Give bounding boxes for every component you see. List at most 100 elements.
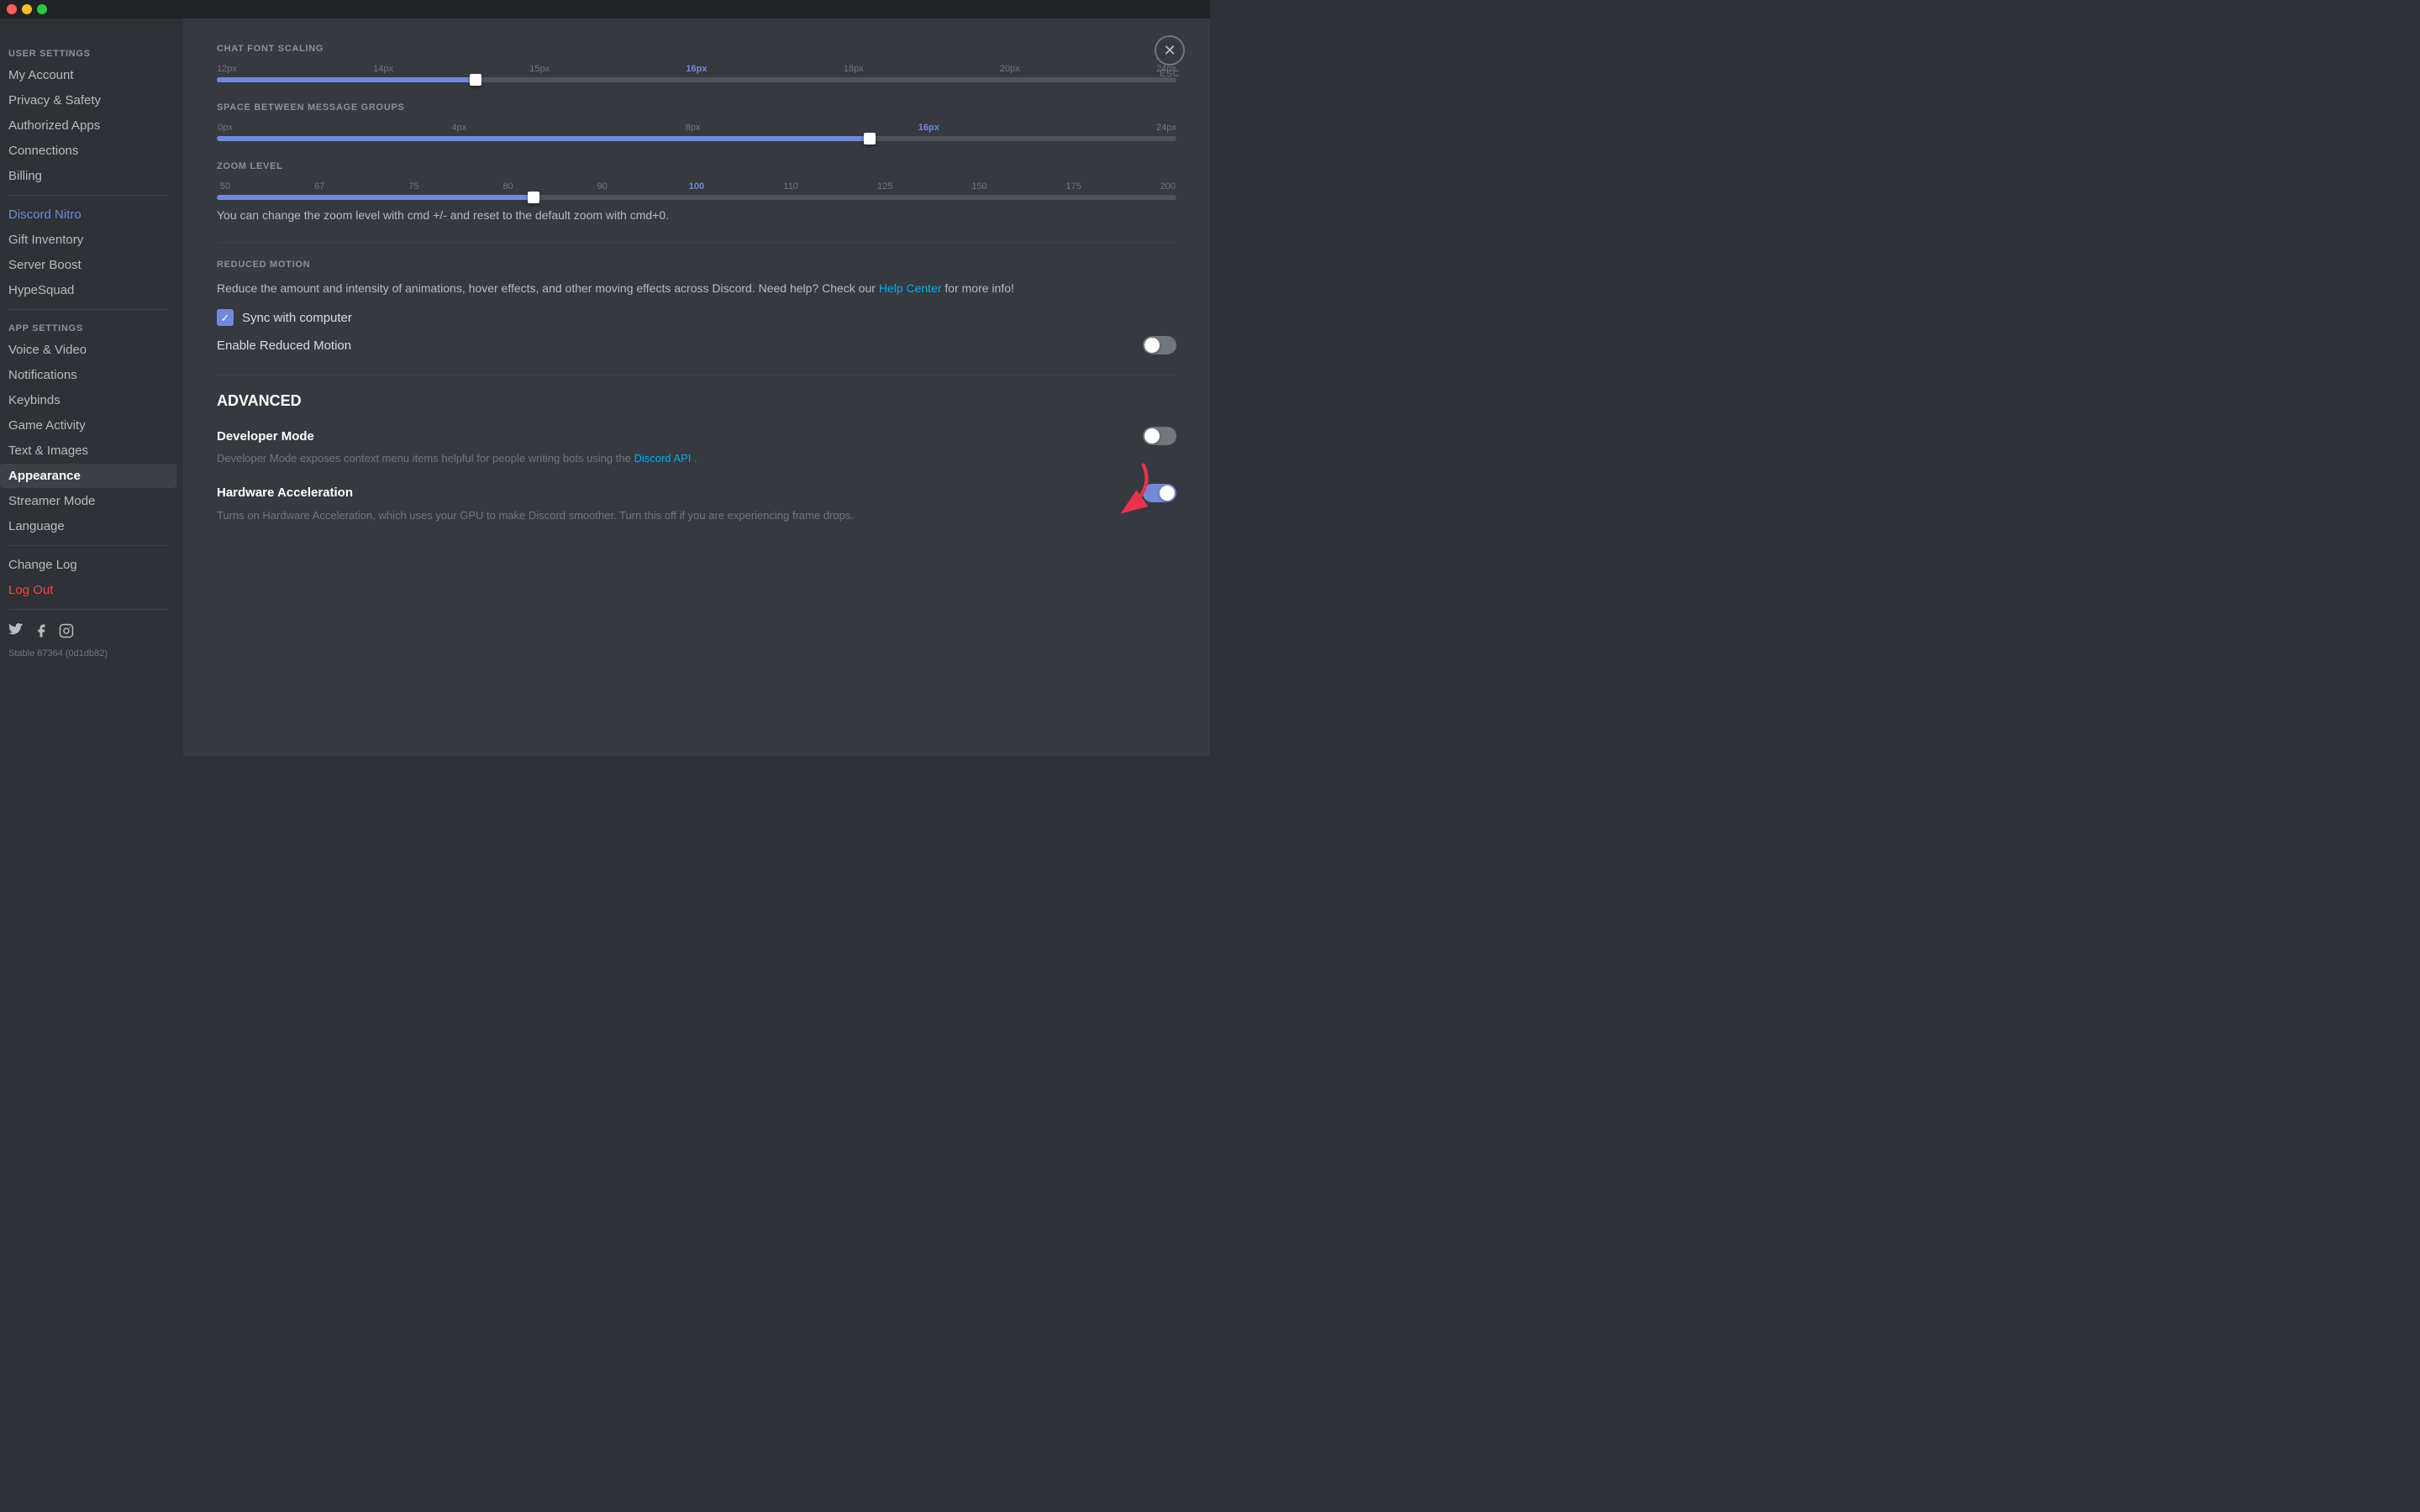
sidebar-item-server-boost[interactable]: Server Boost [0, 253, 176, 277]
hardware-acceleration-toggle-knob [1160, 486, 1175, 501]
hardware-acceleration-row: Hardware Acceleration Turns on Hardware … [217, 484, 1176, 524]
close-settings-button[interactable]: ✕ [1155, 35, 1185, 66]
sidebar-divider-3 [8, 545, 168, 546]
tick-100-active: 100 [688, 181, 705, 192]
zoom-level-fill [217, 195, 534, 200]
sidebar-item-keybinds[interactable]: Keybinds [0, 388, 176, 412]
tick-20px: 20px [1000, 64, 1020, 74]
sidebar-item-hypesquad[interactable]: HypeSquad [0, 278, 176, 302]
sidebar-divider-4 [8, 609, 168, 610]
developer-mode-description: Developer Mode exposes context menu item… [217, 450, 1176, 467]
instagram-icon[interactable] [59, 623, 74, 638]
space-between-groups-label: SPACE BETWEEN MESSAGE GROUPS [217, 102, 1176, 113]
tick-150: 150 [971, 181, 988, 192]
zoom-level-slider[interactable] [217, 195, 1176, 200]
maximize-button[interactable] [37, 4, 47, 14]
tick-12px: 12px [217, 64, 237, 74]
tick-80: 80 [500, 181, 517, 192]
sidebar-item-language[interactable]: Language [0, 514, 176, 538]
tick-75: 75 [405, 181, 422, 192]
main-content: ✕ ESC CHAT FONT SCALING 12px 14px 15px 1… [183, 18, 1210, 756]
space-between-groups-fill [217, 136, 870, 141]
tick-67: 67 [311, 181, 328, 192]
tick-50: 50 [217, 181, 234, 192]
sidebar-item-voice-video[interactable]: Voice & Video [0, 338, 176, 362]
space-between-groups-slider[interactable] [217, 136, 1176, 141]
hardware-acceleration-description: Turns on Hardware Acceleration, which us… [217, 507, 1176, 524]
twitter-icon[interactable] [8, 623, 24, 638]
tick-16px-space: 16px [918, 123, 939, 133]
toggle-knob [1144, 338, 1160, 353]
chat-font-scaling-fill [217, 77, 476, 82]
tick-0px: 0px [217, 123, 234, 133]
hardware-acceleration-title: Hardware Acceleration [217, 486, 353, 500]
sidebar-divider-2 [8, 309, 168, 310]
tick-110: 110 [782, 181, 799, 192]
minimize-button[interactable] [22, 4, 32, 14]
discord-api-link[interactable]: Discord API [634, 452, 691, 465]
zoom-level-label: ZOOM LEVEL [217, 161, 1176, 171]
reduced-motion-section: REDUCED MOTION Reduce the amount and int… [217, 260, 1176, 354]
sidebar-item-authorized-apps[interactable]: Authorized Apps [0, 113, 176, 138]
zoom-level-section: ZOOM LEVEL 50 67 75 80 90 100 110 125 15… [217, 161, 1176, 222]
sidebar-item-my-account[interactable]: My Account [0, 63, 176, 87]
reduced-motion-label: REDUCED MOTION [217, 260, 1176, 270]
hardware-acceleration-toggle[interactable] [1143, 484, 1176, 502]
sidebar-item-connections[interactable]: Connections [0, 139, 176, 163]
close-button[interactable] [7, 4, 17, 14]
zoom-level-hint: You can change the zoom level with cmd +… [217, 208, 1176, 222]
tick-18px: 18px [844, 64, 864, 74]
tick-175: 175 [1065, 181, 1082, 192]
tick-4px: 4px [450, 123, 467, 133]
developer-mode-title: Developer Mode [217, 429, 314, 444]
sync-with-computer-row: ✓ Sync with computer [217, 309, 1176, 326]
user-settings-header: USER SETTINGS [0, 42, 176, 62]
chat-font-scaling-section: CHAT FONT SCALING 12px 14px 15px 16px 18… [217, 44, 1176, 82]
chat-font-scaling-ticks: 12px 14px 15px 16px 18px 20px 24px [217, 64, 1176, 74]
version-label: Stable 67364 (0d1db82) [0, 645, 176, 662]
sidebar-item-privacy-safety[interactable]: Privacy & Safety [0, 88, 176, 113]
social-links [0, 617, 176, 645]
sync-checkbox-label: Sync with computer [242, 311, 352, 325]
sidebar-item-game-activity[interactable]: Game Activity [0, 413, 176, 438]
help-center-link[interactable]: Help Center [879, 281, 942, 295]
tick-8px: 8px [685, 123, 702, 133]
developer-mode-toggle-knob [1144, 428, 1160, 444]
sidebar-item-discord-nitro[interactable]: Discord Nitro [0, 202, 176, 227]
reduced-motion-description: Reduce the amount and intensity of anima… [217, 280, 1176, 297]
advanced-header: ADVANCED [217, 392, 1176, 410]
enable-reduced-motion-row: Enable Reduced Motion [217, 336, 1176, 354]
developer-mode-toggle[interactable] [1143, 427, 1176, 445]
tick-125: 125 [876, 181, 893, 192]
space-between-groups-thumb [864, 133, 876, 144]
close-button-wrap: ✕ ESC [1155, 35, 1185, 79]
checkmark-icon: ✓ [221, 312, 230, 323]
chat-font-scaling-label: CHAT FONT SCALING [217, 44, 1176, 54]
facebook-icon[interactable] [34, 623, 49, 638]
titlebar [0, 0, 1210, 18]
sidebar-divider-1 [8, 195, 168, 196]
tick-24px-space: 24px [1156, 123, 1176, 133]
sidebar-item-text-images[interactable]: Text & Images [0, 438, 176, 463]
sidebar-item-streamer-mode[interactable]: Streamer Mode [0, 489, 176, 513]
tick-14px: 14px [373, 64, 393, 74]
zoom-level-thumb [528, 192, 539, 203]
divider-zoom-reduced [217, 242, 1176, 243]
tick-16px-active: 16px [686, 64, 707, 74]
enable-reduced-motion-toggle[interactable] [1143, 336, 1176, 354]
app-settings-header: APP SETTINGS [0, 317, 176, 337]
settings-sidebar: USER SETTINGS My Account Privacy & Safet… [0, 18, 183, 756]
sidebar-item-notifications[interactable]: Notifications [0, 363, 176, 387]
developer-mode-row: Developer Mode Developer Mode exposes co… [217, 427, 1176, 467]
chat-font-scaling-thumb [470, 74, 481, 86]
sidebar-item-appearance[interactable]: Appearance [0, 464, 176, 488]
x-icon: ✕ [1163, 42, 1176, 60]
zoom-level-ticks: 50 67 75 80 90 100 110 125 150 175 200 [217, 181, 1176, 192]
sync-checkbox[interactable]: ✓ [217, 309, 234, 326]
sidebar-item-change-log[interactable]: Change Log [0, 553, 176, 577]
sidebar-item-billing[interactable]: Billing [0, 164, 176, 188]
sidebar-item-gift-inventory[interactable]: Gift Inventory [0, 228, 176, 252]
sidebar-item-log-out[interactable]: Log Out [0, 578, 176, 602]
tick-200: 200 [1160, 181, 1176, 192]
chat-font-scaling-slider[interactable] [217, 77, 1176, 82]
